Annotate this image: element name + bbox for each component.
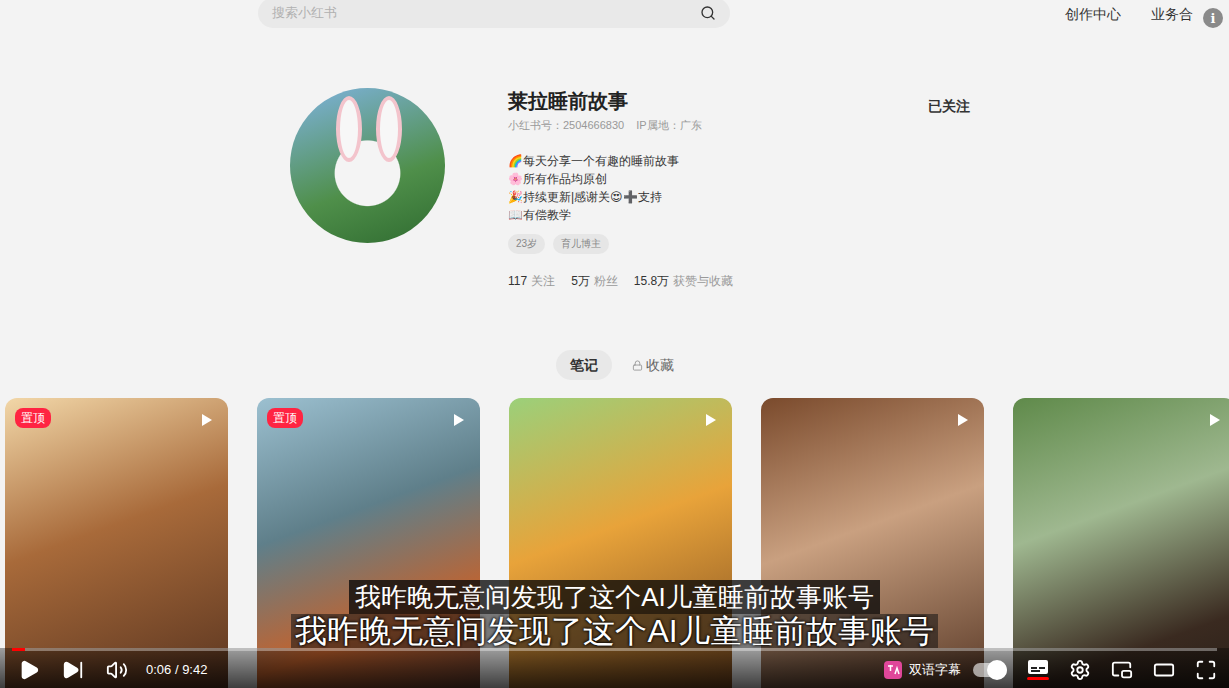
bio-line: 🌈每天分享一个有趣的睡前故事 bbox=[508, 152, 920, 170]
site-header: 搜索小红书 创作中心 业务合 bbox=[0, 0, 1229, 30]
header-link[interactable]: 创作中心 bbox=[1065, 6, 1121, 24]
header-links: 创作中心 业务合 bbox=[1065, 6, 1193, 24]
search-box[interactable]: 搜索小红书 bbox=[258, 0, 730, 28]
tab[interactable]: 笔记 bbox=[556, 350, 612, 380]
play-icon bbox=[958, 414, 968, 426]
search-placeholder: 搜索小红书 bbox=[272, 4, 337, 22]
profile-info: 莱拉睡前故事小红书号：2504666830IP属地：广东 🌈每天分享一个有趣的睡前… bbox=[508, 88, 920, 290]
play-icon bbox=[202, 414, 212, 426]
profile-tag: 23岁 bbox=[508, 234, 545, 254]
pinned-badge: 置顶 bbox=[267, 408, 303, 428]
tabs: 笔记收藏 bbox=[0, 350, 1229, 380]
profile-name: 莱拉睡前故事 bbox=[508, 88, 920, 114]
next-icon[interactable] bbox=[62, 659, 84, 681]
profile: 莱拉睡前故事小红书号：2504666830IP属地：广东 🌈每天分享一个有趣的睡前… bbox=[0, 88, 1229, 290]
lock-icon bbox=[632, 360, 643, 371]
tab[interactable]: 收藏 bbox=[618, 350, 688, 380]
note-card[interactable]: 置顶 bbox=[5, 398, 228, 688]
fullscreen-icon[interactable] bbox=[1195, 659, 1217, 681]
play-icon bbox=[1210, 414, 1220, 426]
bio-line: 📖有偿教学 bbox=[508, 206, 920, 224]
theater-icon[interactable] bbox=[1153, 659, 1175, 681]
header-link[interactable]: 业务合 bbox=[1151, 6, 1193, 24]
captions-icon bbox=[1027, 659, 1049, 675]
stat[interactable]: 15.8万获赞与收藏 bbox=[634, 272, 733, 290]
time-display: 0:06 / 9:42 bbox=[146, 662, 207, 677]
play-icon[interactable] bbox=[18, 659, 40, 681]
caption: 我昨晚无意间发现了这个AI儿童睡前故事账号 bbox=[0, 580, 1229, 614]
progress-bar[interactable] bbox=[12, 648, 1217, 651]
bio-line: 🎉持续更新|感谢关😍➕支持 bbox=[508, 188, 920, 206]
profile-bio: 🌈每天分享一个有趣的睡前故事🌸所有作品均原创🎉持续更新|感谢关😍➕支持📖有偿教学 bbox=[508, 152, 920, 224]
bilingual-toggle[interactable]: 双语字幕 bbox=[883, 660, 1007, 680]
profile-id: 小红书号：2504666830IP属地：广东 bbox=[508, 118, 920, 132]
miniplayer-icon[interactable] bbox=[1111, 659, 1133, 681]
volume-icon[interactable] bbox=[106, 659, 128, 681]
stat[interactable]: 5万粉丝 bbox=[571, 272, 618, 290]
note-card[interactable] bbox=[1013, 398, 1229, 688]
bio-line: 🌸所有作品均原创 bbox=[508, 170, 920, 188]
pinned-badge: 置顶 bbox=[15, 408, 51, 428]
search-icon[interactable] bbox=[700, 5, 716, 21]
info-icon[interactable]: i bbox=[1203, 8, 1223, 28]
gear-icon[interactable] bbox=[1069, 659, 1091, 681]
play-icon bbox=[706, 414, 716, 426]
follow-button[interactable]: 已关注 bbox=[920, 94, 978, 120]
play-icon bbox=[454, 414, 464, 426]
burned-subtitle: 我昨晚无意间发现了这个AI儿童睡前故事账号 bbox=[0, 614, 1229, 648]
avatar bbox=[290, 88, 445, 243]
profile-tags: 23岁育儿博主 bbox=[508, 234, 920, 254]
bilingual-switch[interactable] bbox=[973, 663, 1007, 677]
player-controls: 0:06 / 9:42 双语字幕 bbox=[0, 648, 1229, 688]
stat[interactable]: 117关注 bbox=[508, 272, 555, 290]
translate-icon bbox=[883, 660, 903, 680]
captions-button[interactable] bbox=[1027, 659, 1049, 680]
profile-stats: 117关注 5万粉丝 15.8万获赞与收藏 bbox=[508, 272, 920, 290]
profile-tag: 育儿博主 bbox=[553, 234, 609, 254]
video-frame[interactable]: 搜索小红书 创作中心 业务合 i 莱拉睡前故事小红书号：2504666830IP属地：广… bbox=[0, 0, 1229, 688]
